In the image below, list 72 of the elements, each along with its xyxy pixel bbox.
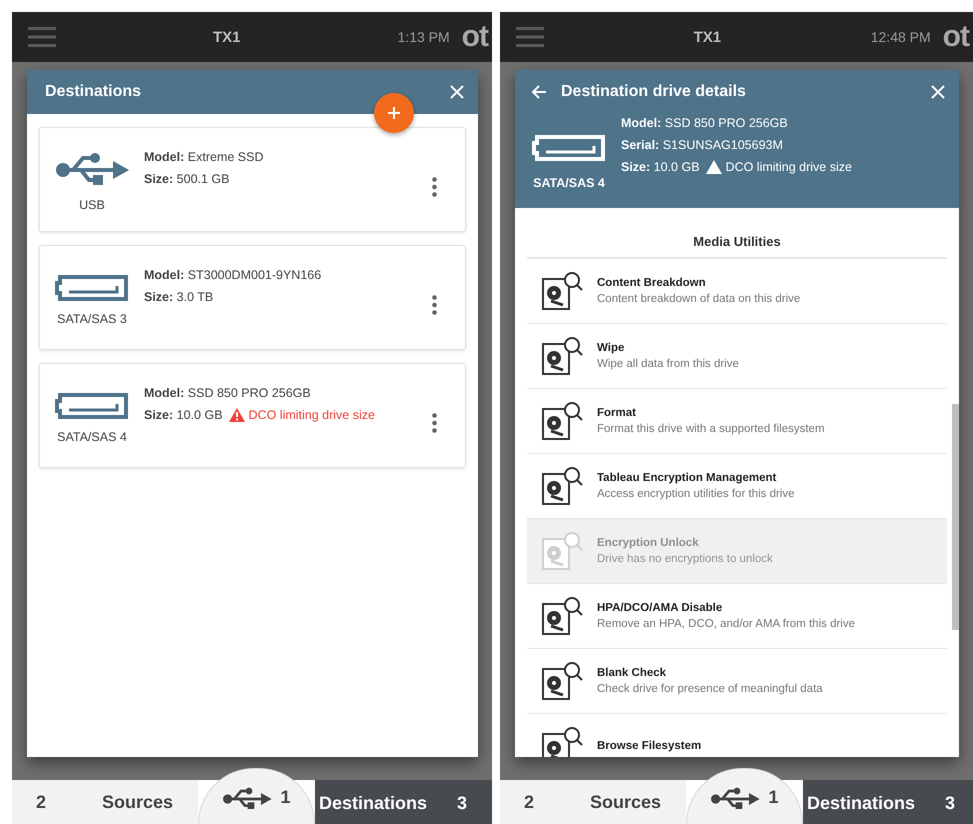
utility-title: Blank Check (597, 667, 668, 679)
nav-tab[interactable]: 2 Sources (12, 780, 198, 824)
usb-icon (710, 787, 760, 811)
drive-field: Size: 3.0 TB (144, 290, 214, 304)
port-label: SATA/SAS 4 (57, 430, 127, 444)
warning-text: DCO limiting drive size (228, 408, 375, 422)
drive-field: Model: Extreme SSD (144, 150, 264, 164)
drive-field: Size: 10.0 GB (144, 408, 223, 422)
port-label: SATA/SAS 3 (57, 312, 127, 326)
port-label: USB (79, 198, 105, 212)
close-icon[interactable] (931, 85, 945, 99)
dialog-title: Destination drive details (561, 83, 747, 101)
kebab-icon (432, 412, 437, 432)
warning-text: DCO limiting drive size (706, 160, 852, 174)
utility-title: Tableau Encryption Management (597, 472, 778, 484)
device-title: TX1 (212, 28, 242, 46)
utility-title: HPA/DCO/AMA Disable (597, 602, 724, 614)
utility-title: Encryption Unlock (597, 537, 700, 549)
port-label: SATA/SAS 4 (533, 176, 605, 190)
close-icon[interactable] (450, 85, 464, 99)
drive-utility-icon (541, 661, 583, 701)
dialog-title: Destinations (45, 83, 142, 101)
drive-port-icon (55, 392, 129, 420)
utility-title: Content Breakdown (597, 277, 707, 289)
drive-card[interactable]: SATA/SAS 3 Model: ST3000DM001-9YN166 Size: 3.0 TB (39, 245, 466, 350)
add-button[interactable] (374, 93, 414, 133)
drive-utility-icon (541, 531, 583, 571)
utility-description: Format this drive with a supported filesystem (597, 423, 825, 435)
drive-card[interactable]: USB Model: Extreme SSD Size: 500.1 GB (39, 127, 466, 232)
drive-field: Size: 10.0 GB (621, 160, 700, 174)
usb-icon (55, 152, 129, 188)
clock-time: 1:13 PM (398, 29, 450, 45)
drive-port-icon (532, 134, 606, 162)
utility-title: Browse Filesystem (597, 740, 702, 752)
kebab-icon (432, 176, 437, 196)
back-arrow-icon[interactable] (531, 85, 547, 99)
drive-utility-icon (541, 466, 583, 506)
drive-card[interactable]: SATA/SAS 4 Model: SSD 850 PRO 256GB Size: 10.0 GB DCO limiting drive size (39, 363, 466, 468)
device-title: TX1 (692, 28, 722, 46)
utility-description: Drive has no encryptions to unlock (597, 553, 773, 565)
plus-icon (387, 106, 401, 120)
utility-title: Format (597, 407, 637, 419)
utility-description: Wipe all data from this drive (597, 358, 739, 370)
nav-tab[interactable]: Destinations 3 (803, 780, 973, 824)
usb-icon (222, 787, 272, 811)
utility-description: Check drive for presence of meaningful data (597, 683, 823, 695)
drive-field: Model: SSD 850 PRO 256GB (621, 116, 788, 130)
warning-icon (706, 160, 722, 174)
utility-description: Content breakdown of data on this drive (597, 293, 800, 305)
drive-field: Size: 500.1 GB (144, 172, 230, 186)
usb-count: 1 (768, 787, 778, 809)
scrollbar[interactable] (952, 404, 959, 630)
drive-utility-icon (541, 401, 583, 441)
logo: ot (942, 20, 970, 54)
drive-field: Model: ST3000DM001-9YN166 (144, 268, 322, 282)
nav-tab[interactable]: Destinations 3 (315, 780, 492, 824)
drive-port-icon (55, 274, 129, 302)
drive-utility-icon (541, 726, 583, 757)
kebab-icon (432, 294, 437, 314)
nav-tab[interactable]: 2 Sources (500, 780, 686, 824)
drive-field: Serial: S1SUNSAG105693M (621, 138, 783, 152)
drive-field: Model: SSD 850 PRO 256GB (144, 386, 311, 400)
logo: ot (462, 20, 490, 54)
utility-description: Access encryption utilities for this drive (597, 488, 794, 500)
drive-utility-icon (541, 596, 583, 636)
drive-utility-icon (541, 336, 583, 376)
utility-description: Remove an HPA, DCO, and/or AMA from this drive (597, 618, 855, 630)
utility-title: Wipe (597, 342, 626, 354)
warning-icon (228, 408, 245, 422)
drive-utility-icon (541, 271, 583, 311)
usb-count: 1 (280, 787, 290, 809)
clock-time: 12:48 PM (870, 29, 931, 45)
